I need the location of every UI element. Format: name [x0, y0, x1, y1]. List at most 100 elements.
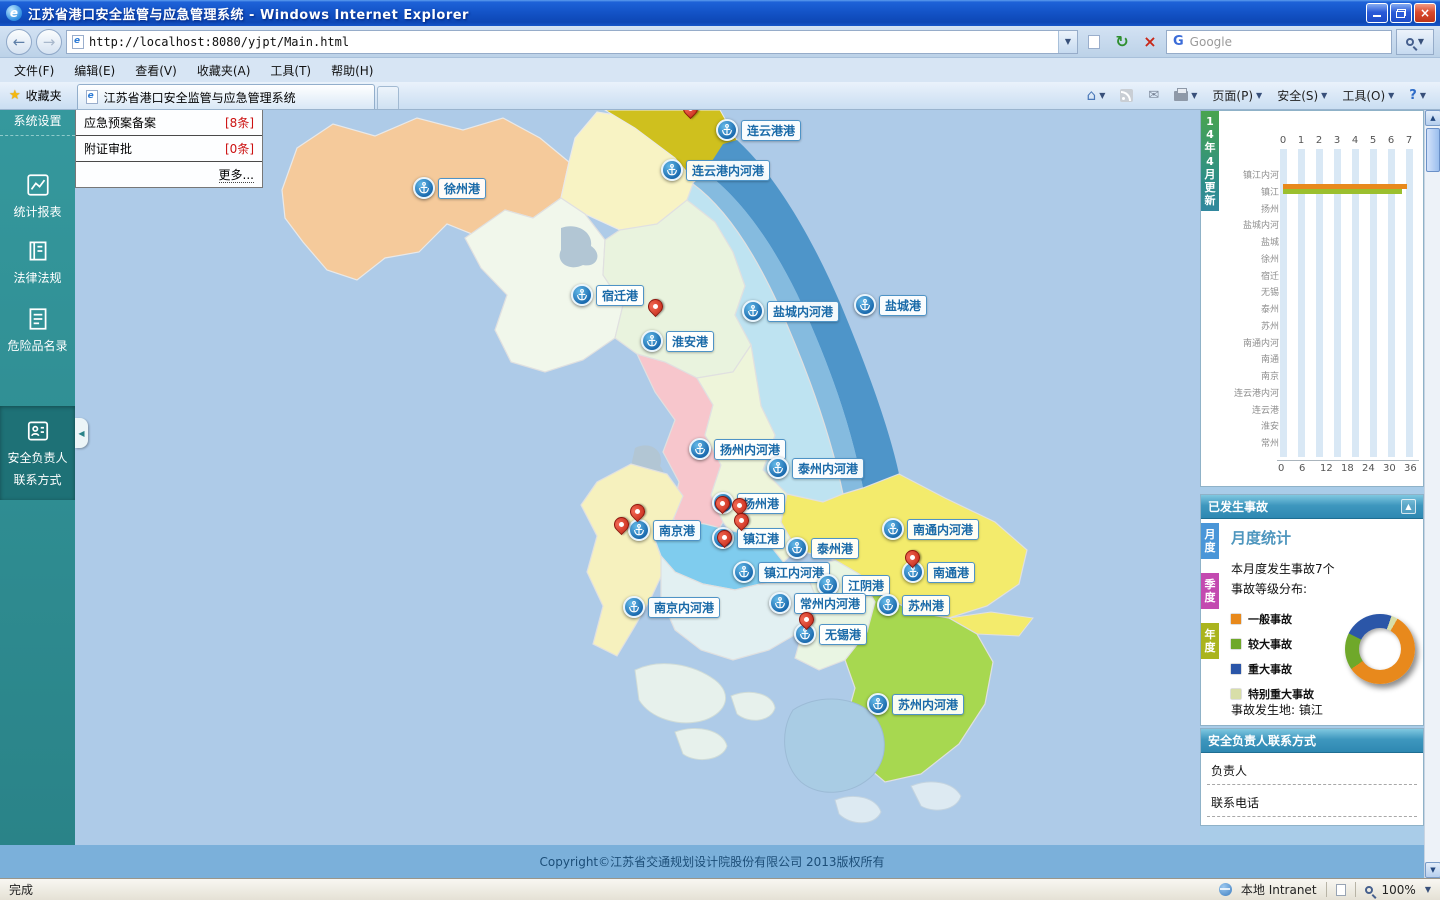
tools-menu-button[interactable]: 工具(O)▼: [1336, 84, 1400, 107]
read-mail-button[interactable]: ✉: [1142, 85, 1165, 106]
scroll-thumb[interactable]: [1426, 128, 1440, 172]
list-icon: [25, 306, 51, 332]
legend-label: 重大事故: [1248, 661, 1292, 677]
chart-bar: [1283, 189, 1402, 194]
stop-button[interactable]: ×: [1138, 30, 1162, 54]
axis-tick: 24: [1362, 463, 1375, 474]
scroll-down-button[interactable]: ▼: [1425, 862, 1440, 878]
accident-pin-icon[interactable]: [680, 110, 701, 119]
axis-tick: 30: [1383, 463, 1396, 474]
accident-pin-icon[interactable]: [714, 527, 735, 548]
zoom-level[interactable]: 100%: [1382, 883, 1416, 897]
sidebar-item-statistics[interactable]: 统计报表: [0, 172, 75, 220]
home-button[interactable]: ⌂▼: [1081, 85, 1112, 106]
sidebar-collapse-handle[interactable]: ◀: [75, 418, 88, 448]
chart-icon: [25, 172, 51, 198]
chart-category: 徐州: [1219, 252, 1279, 265]
chart-category: 盐城: [1219, 235, 1279, 248]
status-bar: 完成 本地 Intranet 100% ▼: [0, 878, 1440, 900]
restore-button[interactable]: [1390, 3, 1412, 23]
sidebar: 系统设置 统计报表 法律法规 危险品名录 安全负责人 联系方式: [0, 110, 75, 845]
axis-tick: 3: [1331, 135, 1343, 146]
accident-pin-icon[interactable]: [627, 501, 648, 522]
sidebar-item-dangerous-goods[interactable]: 危险品名录: [0, 306, 75, 354]
accident-panel: 已发生事故 ▲ 月度季度年度 月度统计 本月度发生事故7个 事故等级分布: 一般…: [1200, 494, 1424, 726]
menu-item[interactable]: 工具(T): [260, 59, 321, 82]
chart-category: 泰州: [1219, 302, 1279, 315]
menu-item[interactable]: 文件(F): [4, 59, 64, 82]
search-input[interactable]: G Google: [1166, 30, 1392, 54]
accident-tab-2[interactable]: 季度: [1201, 573, 1219, 609]
legend-label: 一般事故: [1248, 611, 1292, 627]
accident-pin-icon[interactable]: [796, 609, 817, 630]
chart-bottom-axis: [1277, 460, 1419, 461]
minimize-button[interactable]: [1366, 3, 1388, 23]
favorites-button[interactable]: ★ 收藏夹: [0, 83, 71, 109]
grid-band: [1316, 149, 1323, 457]
sidebar-item-system-settings[interactable]: 系统设置: [0, 112, 75, 136]
new-tab-stub[interactable]: [377, 86, 399, 109]
accident-pin-icon[interactable]: [902, 547, 923, 568]
menu-bar: 文件(F)编辑(E)查看(V)收藏夹(A)工具(T)帮助(H): [0, 58, 1440, 82]
search-dropdown-icon[interactable]: ▼: [1418, 37, 1424, 46]
chart-category: 苏州: [1219, 319, 1279, 332]
accident-pin-icon[interactable]: [645, 296, 666, 317]
quick-row-emergency-plan[interactable]: 应急预案备案 [8条]: [76, 110, 262, 136]
zoom-dropdown-icon[interactable]: ▼: [1425, 885, 1431, 894]
accident-summary: 本月度发生事故7个: [1219, 548, 1423, 577]
menu-item[interactable]: 帮助(H): [321, 59, 383, 82]
legend-item: 一般事故: [1231, 611, 1314, 627]
chart-category: 南通内河: [1219, 336, 1279, 349]
grid-band: [1388, 149, 1395, 457]
scroll-up-button[interactable]: ▲: [1425, 110, 1440, 126]
chart-category: 连云港内河: [1219, 386, 1279, 399]
legend-label: 较大事故: [1248, 636, 1292, 652]
sidebar-item-safety-contacts[interactable]: 安全负责人 联系方式: [0, 406, 75, 500]
contact-card-icon: [25, 418, 51, 444]
page-content: 系统设置 统计报表 法律法规 危险品名录 安全负责人 联系方式 ◀: [0, 110, 1440, 878]
safety-menu-button[interactable]: 安全(S)▼: [1271, 84, 1333, 107]
accident-pin-icon[interactable]: [712, 493, 733, 514]
print-button[interactable]: ▼: [1168, 88, 1203, 104]
back-button[interactable]: ←: [6, 29, 32, 55]
accident-pin-icon[interactable]: [731, 510, 752, 531]
menu-item[interactable]: 编辑(E): [64, 59, 125, 82]
rss-icon: [1120, 89, 1133, 102]
search-placeholder: Google: [1190, 35, 1232, 49]
accident-pins-layer: [75, 110, 1200, 845]
compatibility-view-button[interactable]: [1082, 30, 1106, 54]
sidebar-item-laws[interactable]: 法律法规: [0, 238, 75, 286]
port-bar-chart: 01234567镇江内河镇江扬州盐城内河盐城徐州宿迁无锡泰州苏州南通内河南通南京…: [1219, 111, 1423, 486]
feeds-button[interactable]: [1114, 86, 1139, 105]
refresh-button[interactable]: ↻: [1110, 30, 1134, 54]
tab-active[interactable]: e 江苏省港口安全监管与应急管理系统: [77, 84, 375, 109]
menu-item[interactable]: 查看(V): [125, 59, 187, 82]
menu-item[interactable]: 收藏夹(A): [187, 59, 261, 82]
help-button[interactable]: ?▼: [1403, 85, 1432, 106]
accident-legend: 一般事故较大事故重大事故特别重大事故: [1231, 611, 1314, 702]
address-input[interactable]: e http://localhost:8080/yjpt/Main.html ▼: [66, 30, 1078, 54]
more-link[interactable]: 更多...: [76, 162, 262, 187]
accident-distribution-label: 事故等级分布:: [1219, 577, 1423, 597]
axis-tick: 36: [1404, 463, 1417, 474]
accident-tab-1[interactable]: 月度: [1201, 523, 1219, 559]
close-button[interactable]: ×: [1414, 3, 1436, 23]
collapse-button[interactable]: ▲: [1401, 499, 1416, 514]
forward-button[interactable]: →: [36, 29, 62, 55]
safety-contact-panel: 安全负责人联系方式 负责人联系电话: [1200, 728, 1424, 826]
quick-row-certificate-approval[interactable]: 附证审批 [0条]: [76, 136, 262, 162]
axis-tick: 5: [1367, 135, 1379, 146]
axis-tick: 0: [1277, 135, 1289, 146]
contact-row: 联系电话: [1207, 785, 1417, 817]
favorites-label: 收藏夹: [26, 87, 62, 104]
accident-pin-icon[interactable]: [611, 514, 632, 535]
search-button[interactable]: ▼: [1396, 29, 1434, 55]
accident-donut-chart: [1345, 614, 1415, 684]
chart-category: 淮安: [1219, 419, 1279, 432]
accident-tab-3[interactable]: 年度: [1201, 623, 1219, 659]
address-dropdown-icon[interactable]: ▼: [1058, 31, 1077, 53]
vertical-scrollbar[interactable]: ▲ ▼: [1424, 110, 1440, 878]
port-update-chart-panel: 14年4月更新 01234567镇江内河镇江扬州盐城内河盐城徐州宿迁无锡泰州苏州…: [1200, 110, 1424, 487]
update-badge: 14年4月更新: [1201, 111, 1219, 211]
page-menu-button[interactable]: 页面(P)▼: [1206, 84, 1268, 107]
